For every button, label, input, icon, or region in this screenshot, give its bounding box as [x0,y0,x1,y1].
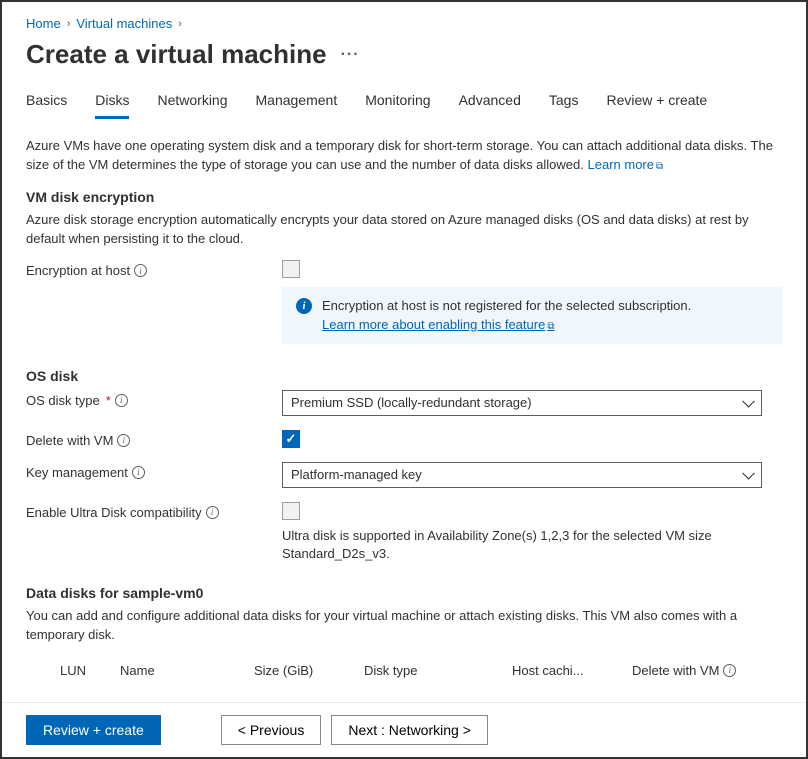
previous-button[interactable]: < Previous [221,715,322,745]
external-link-icon: ⧉ [656,161,663,172]
encryption-info-banner: i Encryption at host is not registered f… [282,287,782,343]
wizard-footer: Review + create < Previous Next : Networ… [2,702,806,757]
data-disks-description: You can add and configure additional dat… [26,607,782,645]
info-icon[interactable]: i [117,434,130,447]
banner-learn-more-link[interactable]: Learn more about enabling this feature⧉ [322,317,554,332]
info-icon[interactable]: i [723,664,736,677]
intro-learn-more-link[interactable]: Learn more⧉ [588,157,664,172]
tab-basics[interactable]: Basics [26,92,67,119]
data-disks-table-header: LUN Name Size (GiB) Disk type Host cachi… [26,657,782,684]
delete-with-vm-checkbox[interactable] [282,430,300,448]
more-actions-icon[interactable]: ··· [341,46,360,64]
breadcrumb-vms[interactable]: Virtual machines [76,16,172,31]
delete-with-vm-label: Delete with VM [26,433,113,448]
key-management-label: Key management [26,465,128,480]
encryption-description: Azure disk storage encryption automatica… [26,211,782,249]
next-button[interactable]: Next : Networking > [331,715,488,745]
ultra-disk-label: Enable Ultra Disk compatibility [26,505,202,520]
col-size: Size (GiB) [254,663,364,678]
page-title: Create a virtual machine ··· [26,39,782,70]
data-disks-heading: Data disks for sample-vm0 [26,585,782,601]
ultra-disk-checkbox[interactable] [282,502,300,520]
key-management-select[interactable]: Platform-managed key [282,462,762,488]
tab-review[interactable]: Review + create [606,92,707,119]
col-name: Name [120,663,254,678]
col-host-caching: Host cachi... [512,663,632,678]
info-icon[interactable]: i [206,506,219,519]
osdisk-heading: OS disk [26,368,782,384]
review-create-button[interactable]: Review + create [26,715,161,745]
info-icon[interactable]: i [132,466,145,479]
chevron-icon: › [178,18,182,30]
encryption-heading: VM disk encryption [26,189,782,205]
intro-text: Azure VMs have one operating system disk… [26,137,782,175]
breadcrumb: Home › Virtual machines › [26,12,782,31]
tab-monitoring[interactable]: Monitoring [365,92,430,119]
osdisk-type-select[interactable]: Premium SSD (locally-redundant storage) [282,390,762,416]
tab-advanced[interactable]: Advanced [459,92,521,119]
tab-tags[interactable]: Tags [549,92,579,119]
tab-management[interactable]: Management [256,92,338,119]
info-icon[interactable]: i [115,394,128,407]
breadcrumb-home[interactable]: Home [26,16,61,31]
tab-disks[interactable]: Disks [95,92,129,119]
tab-networking[interactable]: Networking [157,92,227,119]
encryption-host-label: Encryption at host [26,263,130,278]
ultra-disk-hint: Ultra disk is supported in Availability … [282,527,782,563]
chevron-icon: › [67,18,71,30]
required-indicator: * [106,393,111,408]
col-delete-with-vm: Delete with VM [632,663,719,678]
banner-message: Encryption at host is not registered for… [322,298,691,313]
encryption-host-checkbox[interactable] [282,260,300,278]
tab-strip: Basics Disks Networking Management Monit… [26,92,782,119]
col-lun: LUN [60,663,120,678]
info-icon[interactable]: i [134,264,147,277]
osdisk-type-label: OS disk type [26,393,100,408]
col-type: Disk type [364,663,512,678]
external-link-icon: ⧉ [547,321,554,332]
info-banner-icon: i [296,298,312,314]
